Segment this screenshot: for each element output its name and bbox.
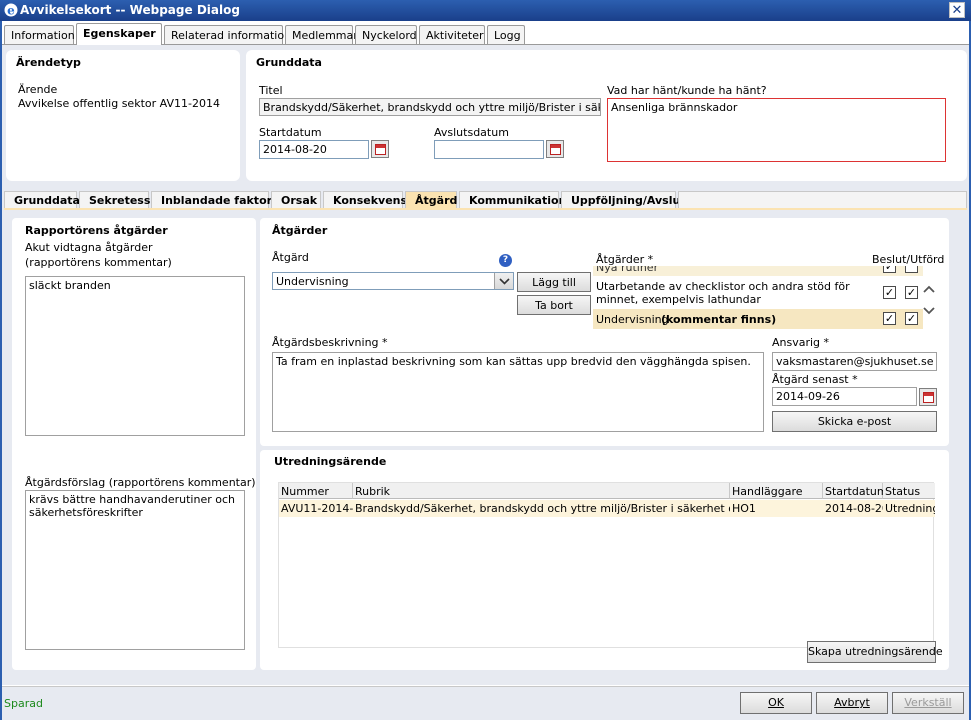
grunddata-heading: Grunddata xyxy=(256,56,322,69)
close-icon[interactable]: ✕ xyxy=(949,2,965,18)
atgarder-heading: Åtgärder xyxy=(272,224,328,237)
column-header-nummer[interactable]: Nummer xyxy=(279,483,353,499)
list-item[interactable]: Utarbetande av checklistor och andra stö… xyxy=(593,278,923,308)
titel-label: Titel xyxy=(259,84,283,97)
atgard-select-value: Undervisning xyxy=(276,275,349,288)
beskrivning-label: Åtgärdsbeskrivning * xyxy=(272,336,388,349)
list-item-selected[interactable]: Undervisning (kommentar finns) ✓ ✓ xyxy=(593,309,923,329)
senast-calendar-icon[interactable] xyxy=(919,388,937,406)
beslut-utford-label: Beslut/Utförd xyxy=(872,253,945,266)
utford-checkbox[interactable]: ✓ xyxy=(905,286,918,299)
subtab-underline xyxy=(4,208,967,210)
vad-field[interactable]: Ansenliga brännskador xyxy=(607,98,946,162)
utredning-grid: Nummer Rubrik Handläggare Startdatum Sta… xyxy=(278,482,935,648)
akut-label-2: (rapportörens kommentar) xyxy=(25,256,172,269)
atgard-select[interactable]: Undervisning xyxy=(272,272,514,290)
ansvarig-label: Ansvarig * xyxy=(772,336,830,349)
subtab-konsekvens[interactable]: Konsekvens xyxy=(323,191,407,208)
beslut-checkbox[interactable]: ✓ xyxy=(883,312,896,325)
utford-checkbox[interactable]: ✓ xyxy=(905,312,918,325)
tab-logg[interactable]: Logg xyxy=(487,25,525,45)
subtab-orsak[interactable]: Orsak xyxy=(271,191,321,208)
skicka-epost-button[interactable]: Skicka e-post xyxy=(772,411,937,432)
subtab-grunddata[interactable]: Grunddata xyxy=(4,191,80,208)
beslut-checkbox[interactable]: ✓ xyxy=(883,286,896,299)
lagg-till-button[interactable]: Lägg till xyxy=(517,272,591,292)
atgarder-list-label: Åtgärder * xyxy=(596,253,654,266)
tab-relaterad-information[interactable]: Relaterad information xyxy=(164,25,291,45)
startdatum-field[interactable]: 2014-08-20 xyxy=(259,140,369,159)
arendetyp-heading: Ärendetyp xyxy=(16,56,81,69)
akut-label-1: Akut vidtagna åtgärder xyxy=(25,241,153,254)
ta-bort-button[interactable]: Ta bort xyxy=(517,295,591,315)
senast-field[interactable]: 2014-09-26 xyxy=(772,387,917,406)
subtab-uppfoljning-avslut[interactable]: Uppföljning/Avslut xyxy=(561,191,686,208)
akut-textarea[interactable]: släckt branden xyxy=(25,276,245,436)
top-tabs: Information Egenskaper Relaterad informa… xyxy=(2,23,969,45)
rapport-panel: Rapportörens åtgärder Akut vidtagna åtgä… xyxy=(12,218,256,670)
subtab-inblandade-faktorer[interactable]: Inblandade faktorer xyxy=(151,191,285,208)
beskrivning-textarea[interactable]: Ta fram en inplastad beskrivning som kan… xyxy=(272,352,764,432)
column-header-rubrik[interactable]: Rubrik xyxy=(353,483,730,499)
tab-aktiviteter[interactable]: Aktiviteter xyxy=(419,25,485,45)
ansvarig-field[interactable]: vaksmastaren@sjukhuset.se xyxy=(772,352,937,371)
atgarder-panel: Åtgärder Åtgärd ? Undervisning Lägg till… xyxy=(260,218,949,446)
chevron-up-icon[interactable] xyxy=(921,282,937,296)
table-row[interactable]: AVU11-2014-1 Brandskydd/Säkerhet, brands… xyxy=(279,500,935,517)
avslutsdatum-label: Avslutsdatum xyxy=(434,126,509,139)
startdatum-calendar-icon[interactable] xyxy=(371,140,389,158)
status-text: Sparad xyxy=(4,697,43,710)
utredning-heading: Utredningsärende xyxy=(274,455,387,468)
column-header-startdatum[interactable]: Startdatum xyxy=(823,483,888,499)
verkstall-button[interactable]: Verkställ xyxy=(892,692,964,714)
tab-information[interactable]: Information xyxy=(4,25,75,45)
arendetyp-label: Ärende xyxy=(18,83,58,96)
subtab-kommunikation[interactable]: Kommunikation xyxy=(459,191,566,208)
subtab-atgard[interactable]: Åtgärd xyxy=(405,191,457,208)
forslag-textarea[interactable]: krävs bättre handhavanderutiner och säke… xyxy=(25,490,245,650)
chevron-down-icon[interactable] xyxy=(921,304,937,318)
tab-egenskaper[interactable]: Egenskaper xyxy=(76,23,162,45)
titel-field[interactable]: Brandskydd/Säkerhet, brandskydd och yttr… xyxy=(259,98,601,116)
senast-label: Åtgärd senast * xyxy=(772,373,858,386)
ok-button[interactable]: OK xyxy=(740,692,812,714)
grunddata-panel: Grunddata Titel Brandskydd/Säkerhet, bra… xyxy=(246,50,967,181)
subtab-sekretess[interactable]: Sekretess xyxy=(79,191,150,208)
skapa-utredningsarende-button[interactable]: Skapa utredningsärende xyxy=(807,641,943,663)
atgarder-list: Nya rutiner ✓ Utarbetande av checklistor… xyxy=(593,266,923,330)
avslutsdatum-calendar-icon[interactable] xyxy=(546,140,564,158)
vad-label: Vad har hänt/kunde ha hänt? xyxy=(607,84,767,97)
utford-checkbox[interactable] xyxy=(905,266,918,273)
sub-tabs: Grunddata Sekretess Inblandade faktorer … xyxy=(4,191,967,208)
chevron-down-icon[interactable] xyxy=(494,273,513,289)
tab-medlemmar[interactable]: Medlemmar xyxy=(285,25,358,45)
forslag-label: Åtgärdsförslag (rapportörens kommentar) xyxy=(25,476,256,489)
help-icon[interactable]: ? xyxy=(499,254,512,267)
svg-text:e: e xyxy=(7,4,15,18)
column-header-handlaggare[interactable]: Handläggare xyxy=(730,483,823,499)
list-item[interactable]: Nya rutiner ✓ xyxy=(593,266,923,276)
utredning-panel: Utredningsärende Nummer Rubrik Handlägga… xyxy=(260,450,949,670)
avbryt-button[interactable]: Avbryt xyxy=(816,692,888,714)
window-title: Avvikelsekort -- Webpage Dialog xyxy=(20,3,240,17)
tab-nyckelord[interactable]: Nyckelord xyxy=(355,25,417,45)
beslut-checkbox[interactable]: ✓ xyxy=(883,266,896,273)
arendetyp-value: Avvikelse offentlig sektor AV11-2014 xyxy=(18,97,220,110)
ie-icon: e xyxy=(4,3,18,18)
window-titlebar: e Avvikelsekort -- Webpage Dialog ✕ xyxy=(0,0,971,21)
startdatum-label: Startdatum xyxy=(259,126,322,139)
rapport-heading: Rapportörens åtgärder xyxy=(25,224,168,237)
status-bar: Sparad OK Avbryt Verkställ xyxy=(2,686,969,720)
column-header-status[interactable]: Status xyxy=(883,483,935,499)
avslutsdatum-field[interactable] xyxy=(434,140,544,159)
atgard-label: Åtgärd xyxy=(272,251,309,264)
subtab-filler xyxy=(678,191,967,208)
arendetyp-panel: Ärendetyp Ärende Avvikelse offentlig sek… xyxy=(6,50,240,181)
